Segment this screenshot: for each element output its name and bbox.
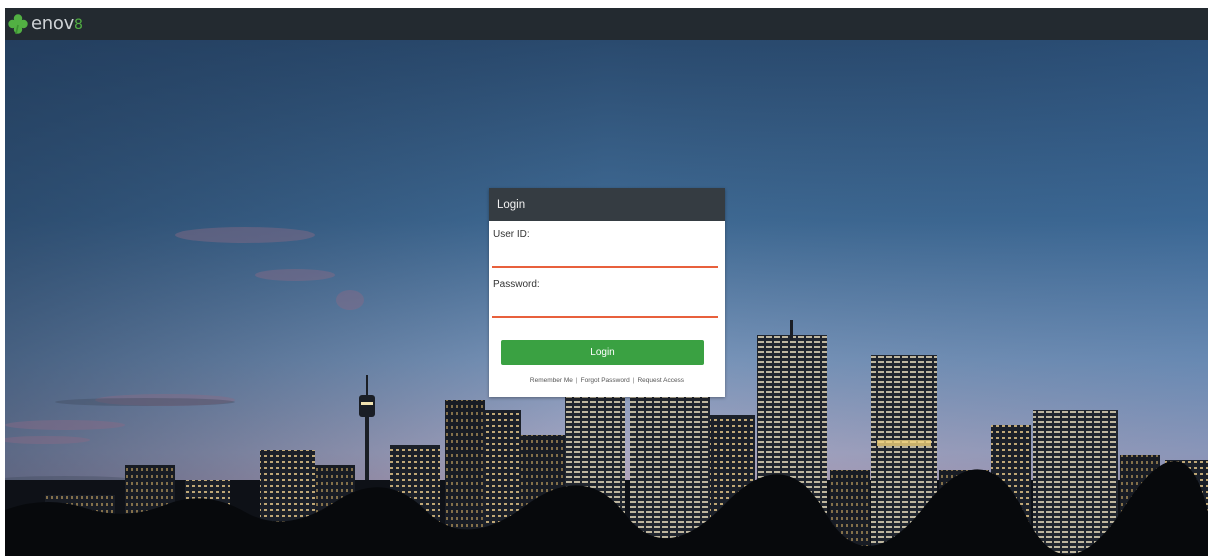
user-id-input[interactable] xyxy=(492,250,718,268)
brand-name: enov8 xyxy=(31,12,83,34)
clover-icon xyxy=(8,14,28,35)
brand-logo[interactable]: enov8 xyxy=(7,12,83,36)
login-title: Login xyxy=(489,188,725,221)
login-card: Login User ID: Password: Login Remember … xyxy=(489,188,725,397)
forgot-password-link[interactable]: Forgot Password xyxy=(581,377,630,384)
login-links: Remember Me | Forgot Password | Request Acce… xyxy=(489,377,725,384)
user-id-label: User ID: xyxy=(493,229,530,240)
app-window: enov8 Login User ID: Password: Login Rem… xyxy=(5,8,1208,556)
link-separator: | xyxy=(632,377,635,384)
password-label: Password: xyxy=(493,279,540,290)
link-separator: | xyxy=(575,377,578,384)
remember-me-link[interactable]: Remember Me xyxy=(530,377,573,384)
login-button[interactable]: Login xyxy=(501,340,704,365)
password-input[interactable] xyxy=(492,300,718,318)
top-bar: enov8 xyxy=(5,8,1208,40)
request-access-link[interactable]: Request Access xyxy=(637,377,684,384)
